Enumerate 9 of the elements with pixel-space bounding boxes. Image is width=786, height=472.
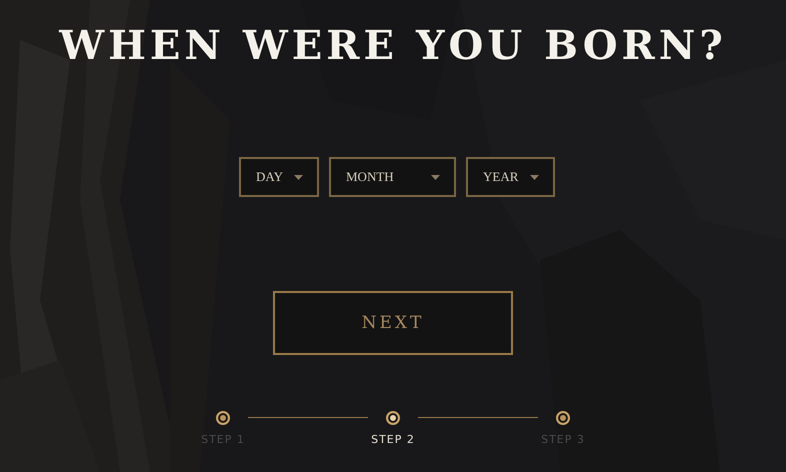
caret-icon <box>294 174 303 180</box>
next-button[interactable]: NEXT <box>273 291 513 355</box>
step-label: STEP 2 <box>371 433 415 446</box>
caret-icon <box>431 174 440 180</box>
select-field[interactable]: YEAR <box>466 157 555 197</box>
select-field[interactable]: DAY <box>239 157 319 197</box>
select-field[interactable]: MONTH <box>329 157 456 197</box>
caret-icon <box>530 174 539 180</box>
page-title: WHEN WERE YOU BORN? <box>59 22 727 69</box>
